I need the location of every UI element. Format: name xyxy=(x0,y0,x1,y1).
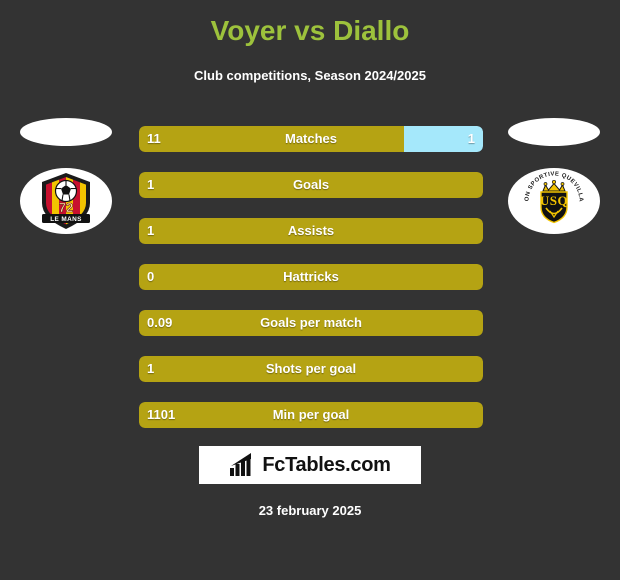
stat-bar-home xyxy=(139,402,483,428)
stat-bar-home xyxy=(139,310,483,336)
stat-row: 0 Hattricks xyxy=(139,264,483,290)
stat-value-home: 0.09 xyxy=(147,315,173,330)
stat-value-home: 1 xyxy=(147,223,155,238)
stat-row: 1 Assists xyxy=(139,218,483,244)
brand-text: FcTables.com xyxy=(262,453,391,476)
stat-row: 1 Goals xyxy=(139,172,483,198)
stat-row: 1 Shots per goal xyxy=(139,356,483,382)
away-flag-placeholder xyxy=(508,118,600,146)
stat-value-home: 1 xyxy=(147,177,155,192)
page-title: Voyer vs Diallo xyxy=(210,15,410,46)
home-flag-placeholder xyxy=(20,118,112,146)
away-crest: UNION SPORTIVE QUEVILLAISE USQ xyxy=(508,168,600,234)
stat-row: 1101 Min per goal xyxy=(139,402,483,428)
stats-comparison-list: 11 1 Matches 1 Goals 1 Assists 0 Hattricks 0.09 Go… xyxy=(139,126,483,448)
stat-bar-home xyxy=(139,264,483,290)
svg-text:USQ: USQ xyxy=(540,193,568,208)
bar-chart-arrow-icon xyxy=(230,453,252,476)
svg-text:72: 72 xyxy=(59,200,73,215)
stat-row: 11 1 Matches xyxy=(139,126,483,152)
stat-value-home: 0 xyxy=(147,269,155,284)
team-away: UNION SPORTIVE QUEVILLAISE USQ xyxy=(494,118,614,234)
svg-text:LE MANS: LE MANS xyxy=(50,216,82,223)
stat-bar-home xyxy=(139,126,404,152)
stat-value-away: 1 xyxy=(467,131,475,146)
stat-value-home: 1101 xyxy=(147,407,176,422)
stat-row: 0.09 Goals per match xyxy=(139,310,483,336)
fctables-brand-logo[interactable]: FcTables.com xyxy=(199,446,421,484)
le-mans-fc-crest-icon: 72 LE MANS xyxy=(42,173,90,229)
page-subtitle: Club competitions, Season 2024/2025 xyxy=(194,68,426,83)
stat-bar-home xyxy=(139,218,483,244)
stat-value-home: 11 xyxy=(147,131,161,146)
stat-bar-home xyxy=(139,172,483,198)
report-date: 23 february 2025 xyxy=(258,503,362,518)
stat-bar-home xyxy=(139,356,483,382)
team-home: 72 LE MANS xyxy=(6,118,126,234)
home-crest: 72 LE MANS xyxy=(20,168,112,234)
us-quevilly-crest-icon: UNION SPORTIVE QUEVILLAISE USQ xyxy=(522,169,585,232)
stat-value-home: 1 xyxy=(147,361,155,376)
